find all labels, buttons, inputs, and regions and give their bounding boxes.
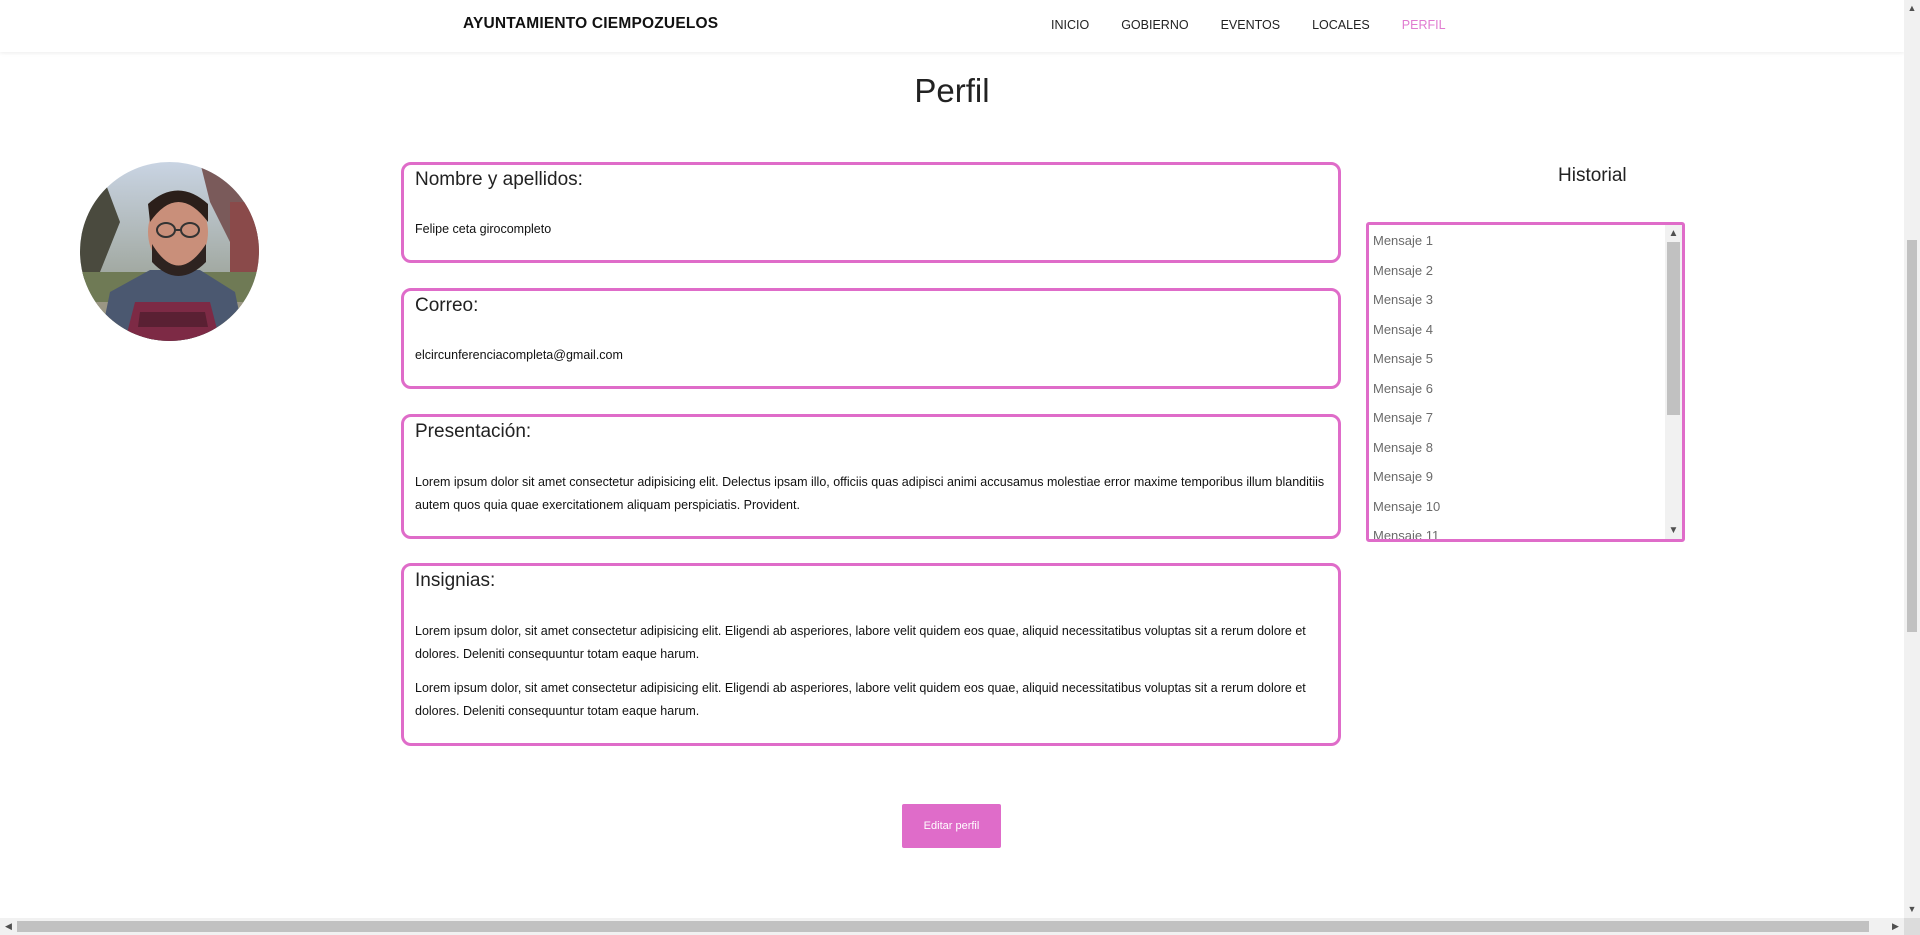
- history-item[interactable]: Mensaje 1: [1373, 229, 1663, 259]
- scroll-up-icon[interactable]: ▲: [1665, 225, 1682, 242]
- history-list: Mensaje 1 Mensaje 2 Mensaje 3 Mensaje 4 …: [1373, 229, 1663, 539]
- history-scrollbar[interactable]: ▲ ▼: [1665, 225, 1682, 539]
- history-item[interactable]: Mensaje 6: [1373, 377, 1663, 407]
- page-horizontal-scrollbar-thumb[interactable]: [17, 921, 1869, 932]
- history-item[interactable]: Mensaje 7: [1373, 406, 1663, 436]
- history-item[interactable]: Mensaje 5: [1373, 347, 1663, 377]
- email-label: Correo:: [415, 295, 479, 316]
- history-item[interactable]: Mensaje 8: [1373, 436, 1663, 466]
- history-title: Historial: [1558, 165, 1627, 186]
- nav-locales[interactable]: LOCALES: [1312, 18, 1370, 32]
- history-item[interactable]: Mensaje 3: [1373, 288, 1663, 318]
- history-item[interactable]: Mensaje 10: [1373, 495, 1663, 525]
- scroll-right-icon[interactable]: ▶: [1887, 918, 1904, 935]
- edit-profile-button[interactable]: Editar perfil: [902, 804, 1001, 848]
- email-card: Correo: elcircunferenciacompleta@gmail.c…: [401, 288, 1341, 389]
- history-item[interactable]: Mensaje 11: [1373, 524, 1663, 539]
- email-value: elcircunferenciacompleta@gmail.com: [415, 348, 623, 362]
- site-brand[interactable]: AYUNTAMIENTO CIEMPOZUELOS: [463, 15, 718, 33]
- badges-paragraph: Lorem ipsum dolor, sit amet consectetur …: [415, 681, 1306, 718]
- history-item[interactable]: Mensaje 9: [1373, 465, 1663, 495]
- presentation-card: Presentación: Lorem ipsum dolor sit amet…: [401, 414, 1341, 539]
- nav-gobierno[interactable]: GOBIERNO: [1121, 18, 1188, 32]
- name-value: Felipe ceta girocompleto: [415, 222, 552, 236]
- page-title: Perfil: [914, 72, 990, 109]
- nav-inicio[interactable]: INICIO: [1051, 18, 1089, 32]
- page-vertical-scrollbar[interactable]: ▲ ▼: [1904, 0, 1920, 918]
- nav-perfil[interactable]: PERFIL: [1402, 18, 1446, 32]
- scroll-down-icon[interactable]: ▼: [1904, 901, 1920, 918]
- scroll-left-icon[interactable]: ◀: [0, 918, 17, 935]
- scrollbar-corner: [1904, 918, 1920, 935]
- presentation-value: Lorem ipsum dolor sit amet consectetur a…: [415, 475, 1325, 512]
- badges-card: Insignias: Lorem ipsum dolor, sit amet c…: [401, 563, 1341, 746]
- page-vertical-scrollbar-thumb[interactable]: [1907, 240, 1917, 632]
- scroll-down-icon[interactable]: ▼: [1665, 522, 1682, 539]
- avatar-photo: [80, 162, 259, 341]
- history-scrollbar-thumb[interactable]: [1667, 242, 1680, 415]
- badges-paragraph: Lorem ipsum dolor, sit amet consectetur …: [415, 624, 1306, 661]
- name-card: Nombre y apellidos: Felipe ceta girocomp…: [401, 162, 1341, 263]
- scroll-up-icon[interactable]: ▲: [1904, 0, 1920, 17]
- history-item[interactable]: Mensaje 2: [1373, 259, 1663, 289]
- top-navbar: AYUNTAMIENTO CIEMPOZUELOS INICIO GOBIERN…: [0, 0, 1904, 52]
- main-nav: INICIO GOBIERNO EVENTOS LOCALES PERFIL: [1051, 18, 1446, 32]
- page-horizontal-scrollbar[interactable]: ◀ ▶: [0, 918, 1904, 935]
- avatar: [80, 162, 259, 341]
- history-item[interactable]: Mensaje 4: [1373, 318, 1663, 348]
- history-list-box[interactable]: Mensaje 1 Mensaje 2 Mensaje 3 Mensaje 4 …: [1366, 222, 1685, 542]
- presentation-label: Presentación:: [415, 421, 532, 442]
- name-label: Nombre y apellidos:: [415, 169, 583, 190]
- nav-eventos[interactable]: EVENTOS: [1221, 18, 1281, 32]
- badges-label: Insignias:: [415, 570, 496, 591]
